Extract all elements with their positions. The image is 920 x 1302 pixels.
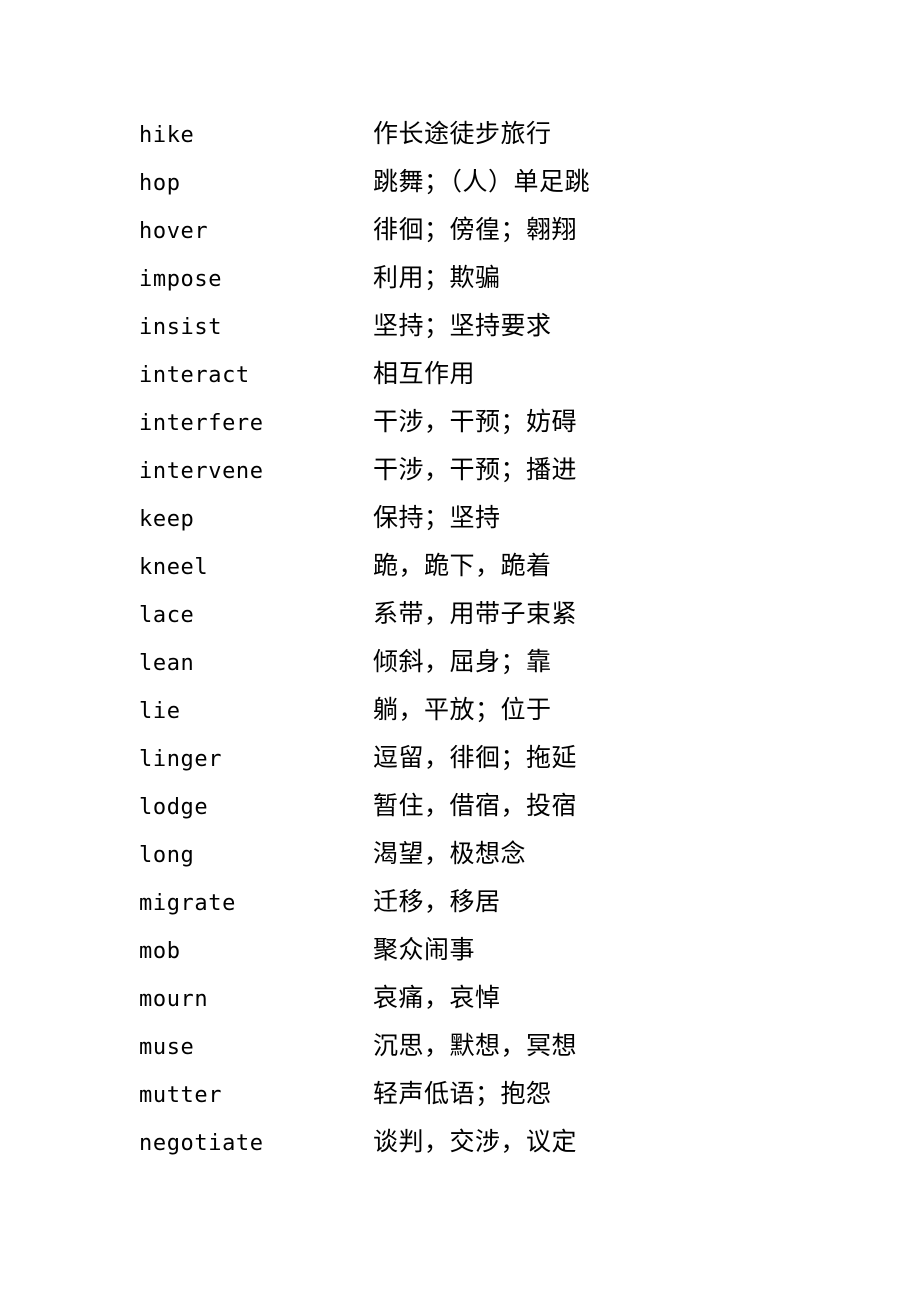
vocabulary-definition: 躺，平放；位于: [373, 695, 552, 724]
vocabulary-row: interfere 干涉，干预；妨碍: [0, 398, 920, 446]
vocabulary-term: hike: [139, 123, 195, 148]
vocabulary-term: hover: [139, 219, 209, 244]
vocabulary-row: migrate 迁移，移居: [0, 878, 920, 926]
vocabulary-definition: 哀痛，哀悼: [373, 983, 501, 1012]
vocabulary-definition: 聚众闹事: [373, 935, 476, 964]
vocabulary-definition: 逗留，徘徊；拖延: [373, 743, 578, 772]
vocabulary-definition: 暂住，借宿，投宿: [373, 791, 578, 820]
vocabulary-definition: 干涉，干预；播进: [373, 455, 578, 484]
vocabulary-term: keep: [139, 507, 195, 532]
vocabulary-list: hike 作长途徒步旅行 hop 跳舞；（人）单足跳 hover 徘徊；傍徨；翱翔 impo…: [0, 110, 920, 1166]
vocabulary-term: negotiate: [139, 1131, 264, 1156]
vocabulary-term: mourn: [139, 987, 209, 1012]
vocabulary-definition: 沉思，默想，冥想: [373, 1031, 578, 1060]
vocabulary-row: lie 躺，平放；位于: [0, 686, 920, 734]
vocabulary-definition: 干涉，干预；妨碍: [373, 407, 578, 436]
vocabulary-row: mourn 哀痛，哀悼: [0, 974, 920, 1022]
vocabulary-term: insist: [139, 315, 223, 340]
vocabulary-definition: 相互作用: [373, 359, 476, 388]
vocabulary-row: lean 倾斜，屈身；靠: [0, 638, 920, 686]
vocabulary-row: linger 逗留，徘徊；拖延: [0, 734, 920, 782]
vocabulary-term: lean: [139, 651, 195, 676]
vocabulary-row: long 渴望，极想念: [0, 830, 920, 878]
vocabulary-row: muse 沉思，默想，冥想: [0, 1022, 920, 1070]
vocabulary-row: hover 徘徊；傍徨；翱翔: [0, 206, 920, 254]
vocabulary-row: hop 跳舞；（人）单足跳: [0, 158, 920, 206]
vocabulary-term: long: [139, 843, 195, 868]
vocabulary-term: mob: [139, 939, 181, 964]
vocabulary-term: lace: [139, 603, 195, 628]
vocabulary-row: keep 保持；坚持: [0, 494, 920, 542]
vocabulary-row: mob 聚众闹事: [0, 926, 920, 974]
vocabulary-term: kneel: [139, 555, 209, 580]
vocabulary-term: lodge: [139, 795, 209, 820]
vocabulary-definition: 徘徊；傍徨；翱翔: [373, 215, 578, 244]
vocabulary-term: muse: [139, 1035, 195, 1060]
vocabulary-definition: 坚持；坚持要求: [373, 311, 552, 340]
vocabulary-row: insist 坚持；坚持要求: [0, 302, 920, 350]
vocabulary-term: mutter: [139, 1083, 223, 1108]
vocabulary-term: intervene: [139, 459, 264, 484]
vocabulary-row: lace 系带，用带子束紧: [0, 590, 920, 638]
document-page: hike 作长途徒步旅行 hop 跳舞；（人）单足跳 hover 徘徊；傍徨；翱翔 impo…: [0, 0, 920, 1302]
vocabulary-row: negotiate 谈判，交涉，议定: [0, 1118, 920, 1166]
vocabulary-definition: 渴望，极想念: [373, 839, 527, 868]
vocabulary-definition: 利用；欺骗: [373, 263, 501, 292]
vocabulary-definition: 跪，跪下，跪着: [373, 551, 552, 580]
vocabulary-row: impose 利用；欺骗: [0, 254, 920, 302]
vocabulary-row: lodge 暂住，借宿，投宿: [0, 782, 920, 830]
vocabulary-term: interact: [139, 363, 250, 388]
vocabulary-definition: 轻声低语；抱怨: [373, 1079, 552, 1108]
vocabulary-definition: 系带，用带子束紧: [373, 599, 578, 628]
vocabulary-row: kneel 跪，跪下，跪着: [0, 542, 920, 590]
vocabulary-definition: 谈判，交涉，议定: [373, 1127, 578, 1156]
vocabulary-definition: 倾斜，屈身；靠: [373, 647, 552, 676]
vocabulary-definition: 保持；坚持: [373, 503, 501, 532]
vocabulary-row: hike 作长途徒步旅行: [0, 110, 920, 158]
vocabulary-term: impose: [139, 267, 223, 292]
vocabulary-row: intervene 干涉，干预；播进: [0, 446, 920, 494]
vocabulary-term: migrate: [139, 891, 236, 916]
vocabulary-row: mutter 轻声低语；抱怨: [0, 1070, 920, 1118]
vocabulary-definition: 跳舞；（人）单足跳: [373, 167, 591, 196]
vocabulary-definition: 迁移，移居: [373, 887, 501, 916]
vocabulary-term: hop: [139, 171, 181, 196]
vocabulary-term: linger: [139, 747, 223, 772]
vocabulary-row: interact 相互作用: [0, 350, 920, 398]
vocabulary-term: lie: [139, 699, 181, 724]
vocabulary-definition: 作长途徒步旅行: [373, 119, 552, 148]
vocabulary-term: interfere: [139, 411, 264, 436]
